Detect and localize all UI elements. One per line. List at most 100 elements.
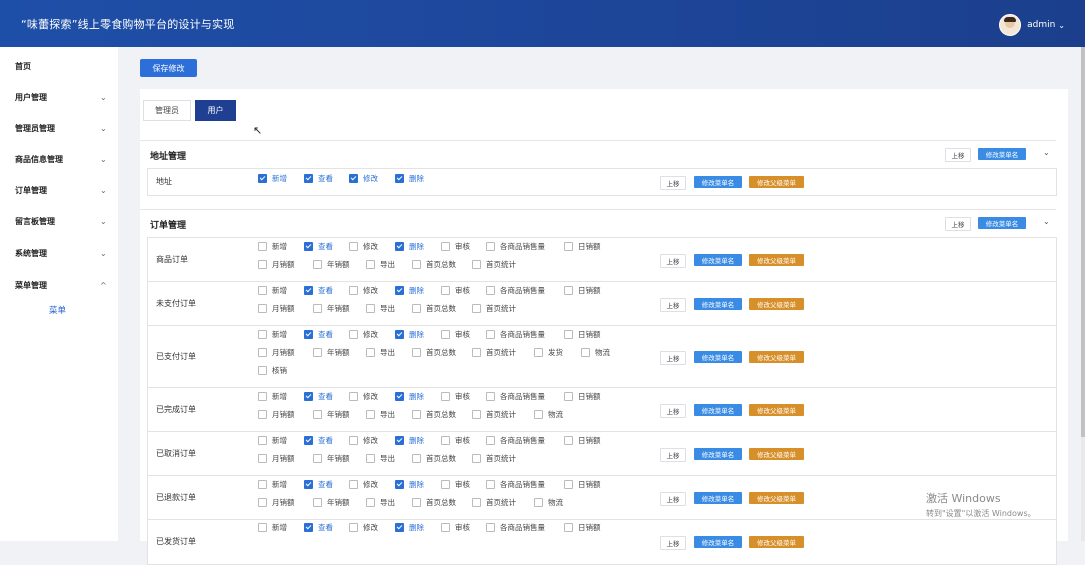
permission-checkbox[interactable]: 新增: [258, 173, 287, 184]
move-up-button[interactable]: 上移: [660, 351, 686, 365]
permission-checkbox[interactable]: 月销额: [258, 347, 295, 358]
checkbox-icon[interactable]: [564, 480, 573, 489]
checkbox-icon[interactable]: [412, 454, 421, 463]
permission-checkbox[interactable]: 月销额: [258, 453, 295, 464]
checkbox-icon[interactable]: [472, 260, 481, 269]
checkbox-icon[interactable]: [349, 436, 358, 445]
checkbox-checked-icon[interactable]: [395, 174, 404, 183]
permission-checkbox[interactable]: 审核: [441, 241, 470, 252]
permission-checkbox[interactable]: 日销额: [564, 479, 601, 490]
permission-checkbox[interactable]: 审核: [441, 435, 470, 446]
permission-checkbox[interactable]: 首页统计: [472, 453, 516, 464]
permission-checkbox[interactable]: 审核: [441, 285, 470, 296]
checkbox-icon[interactable]: [472, 498, 481, 507]
permission-checkbox[interactable]: 核销: [258, 365, 287, 376]
permission-checkbox[interactable]: 删除: [395, 173, 424, 184]
checkbox-icon[interactable]: [472, 348, 481, 357]
permission-checkbox[interactable]: 首页总数: [412, 347, 456, 358]
permission-checkbox[interactable]: 导出: [366, 497, 395, 508]
checkbox-icon[interactable]: [564, 286, 573, 295]
checkbox-checked-icon[interactable]: [395, 480, 404, 489]
rename-parent-menu-button[interactable]: 修改父级菜单: [749, 176, 804, 188]
permission-checkbox[interactable]: 年销额: [313, 347, 350, 358]
rename-parent-menu-button[interactable]: 修改父级菜单: [749, 351, 804, 363]
permission-checkbox[interactable]: 导出: [366, 453, 395, 464]
permission-checkbox[interactable]: 各商品销售量: [486, 391, 545, 402]
chevron-down-icon[interactable]: ⌄: [1058, 21, 1065, 30]
sidebar-item[interactable]: 商品信息管理 ⌄: [0, 149, 118, 169]
permission-checkbox[interactable]: 首页总数: [412, 303, 456, 314]
checkbox-icon[interactable]: [412, 410, 421, 419]
permission-checkbox[interactable]: 修改: [349, 285, 378, 296]
checkbox-icon[interactable]: [486, 523, 495, 532]
checkbox-checked-icon[interactable]: [304, 523, 313, 532]
checkbox-icon[interactable]: [534, 410, 543, 419]
permission-checkbox[interactable]: 查看: [304, 435, 333, 446]
permission-checkbox[interactable]: 首页统计: [472, 409, 516, 420]
checkbox-icon[interactable]: [441, 242, 450, 251]
checkbox-icon[interactable]: [564, 436, 573, 445]
checkbox-icon[interactable]: [258, 242, 267, 251]
permission-checkbox[interactable]: 修改: [349, 435, 378, 446]
move-up-button[interactable]: 上移: [660, 254, 686, 268]
move-up-button[interactable]: 上移: [660, 448, 686, 462]
permission-checkbox[interactable]: 删除: [395, 285, 424, 296]
checkbox-checked-icon[interactable]: [304, 330, 313, 339]
avatar[interactable]: [999, 14, 1022, 36]
permission-checkbox[interactable]: 查看: [304, 522, 333, 533]
permission-checkbox[interactable]: 新增: [258, 479, 287, 490]
permission-checkbox[interactable]: 审核: [441, 391, 470, 402]
checkbox-icon[interactable]: [258, 366, 267, 375]
checkbox-checked-icon[interactable]: [304, 286, 313, 295]
user-menu[interactable]: admin ⌄: [999, 14, 1065, 36]
rename-menu-button[interactable]: 修改菜单名: [694, 351, 742, 363]
move-up-button[interactable]: 上移: [660, 404, 686, 418]
permission-checkbox[interactable]: 首页总数: [412, 453, 456, 464]
permission-checkbox[interactable]: 查看: [304, 479, 333, 490]
checkbox-icon[interactable]: [349, 480, 358, 489]
rename-menu-button[interactable]: 修改菜单名: [694, 176, 742, 188]
checkbox-icon[interactable]: [486, 242, 495, 251]
move-up-button[interactable]: 上移: [660, 536, 686, 550]
permission-checkbox[interactable]: 新增: [258, 522, 287, 533]
checkbox-icon[interactable]: [441, 523, 450, 532]
checkbox-icon[interactable]: [472, 410, 481, 419]
rename-parent-menu-button[interactable]: 修改父级菜单: [749, 404, 804, 416]
rename-parent-menu-button[interactable]: 修改父级菜单: [749, 448, 804, 460]
sidebar-item[interactable]: 订单管理 ⌄: [0, 180, 118, 200]
sidebar-item[interactable]: 管理员管理 ⌄: [0, 118, 118, 138]
checkbox-icon[interactable]: [258, 330, 267, 339]
tab-user[interactable]: 用户: [195, 100, 236, 121]
checkbox-icon[interactable]: [366, 348, 375, 357]
chevron-down-icon[interactable]: ⌄: [1043, 217, 1050, 226]
permission-checkbox[interactable]: 查看: [304, 173, 333, 184]
checkbox-icon[interactable]: [564, 242, 573, 251]
checkbox-checked-icon[interactable]: [349, 174, 358, 183]
permission-checkbox[interactable]: 月销额: [258, 259, 295, 270]
move-up-button[interactable]: 上移: [660, 176, 686, 190]
checkbox-icon[interactable]: [486, 480, 495, 489]
rename-menu-button[interactable]: 修改菜单名: [694, 536, 742, 548]
permission-checkbox[interactable]: 月销额: [258, 497, 295, 508]
checkbox-icon[interactable]: [313, 304, 322, 313]
permission-checkbox[interactable]: 新增: [258, 329, 287, 340]
permission-checkbox[interactable]: 首页统计: [472, 497, 516, 508]
checkbox-icon[interactable]: [441, 330, 450, 339]
checkbox-icon[interactable]: [366, 454, 375, 463]
checkbox-checked-icon[interactable]: [395, 523, 404, 532]
checkbox-checked-icon[interactable]: [304, 480, 313, 489]
checkbox-icon[interactable]: [349, 330, 358, 339]
permission-checkbox[interactable]: 修改: [349, 329, 378, 340]
permission-checkbox[interactable]: 各商品销售量: [486, 435, 545, 446]
checkbox-icon[interactable]: [313, 260, 322, 269]
username[interactable]: admin: [1027, 20, 1055, 30]
checkbox-icon[interactable]: [313, 498, 322, 507]
permission-checkbox[interactable]: 查看: [304, 391, 333, 402]
permission-checkbox[interactable]: 查看: [304, 285, 333, 296]
permission-checkbox[interactable]: 日销额: [564, 329, 601, 340]
checkbox-icon[interactable]: [412, 304, 421, 313]
permission-checkbox[interactable]: 删除: [395, 435, 424, 446]
permission-checkbox[interactable]: 删除: [395, 479, 424, 490]
permission-checkbox[interactable]: 日销额: [564, 391, 601, 402]
checkbox-icon[interactable]: [441, 436, 450, 445]
